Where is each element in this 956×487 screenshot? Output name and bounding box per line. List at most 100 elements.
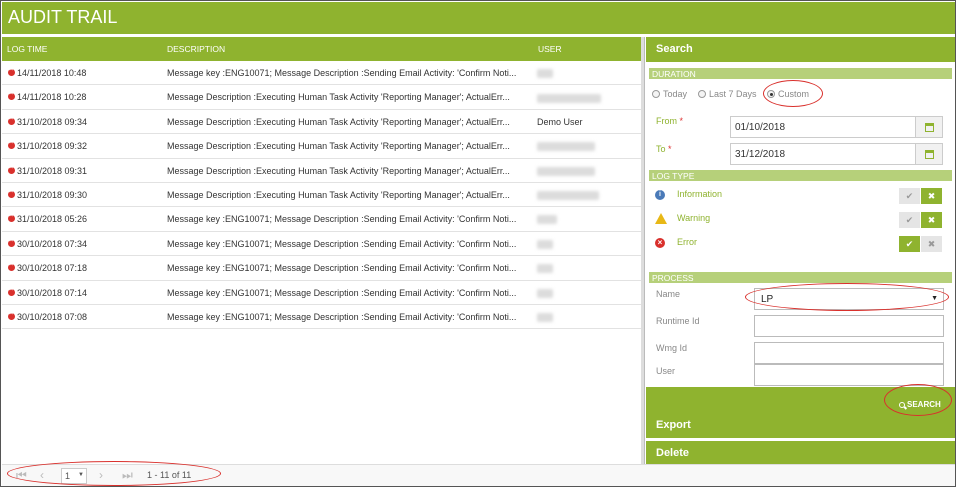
info-icon: i: [655, 190, 665, 200]
warning-include-toggle[interactable]: ✔: [899, 212, 920, 228]
pager-summary: 1 - 11 of 11: [147, 470, 192, 480]
error-icon: [8, 310, 15, 320]
row-description: Message key :ENG10071; Message Descripti…: [167, 238, 517, 249]
error-icon: [8, 164, 15, 174]
row-log-time: 30/10/2018 07:08: [17, 311, 88, 322]
error-icon: [8, 66, 15, 76]
table-row[interactable]: 31/10/2018 09:31 Message Description :Exe…: [2, 159, 641, 183]
radio-custom[interactable]: Custom: [767, 89, 809, 99]
row-description: Message key :ENG10071; Message Descripti…: [167, 68, 517, 78]
table-row[interactable]: 30/10/2018 07:08 Message key :ENG10071; M…: [2, 305, 641, 330]
row-log-time: 31/10/2018 05:26: [17, 214, 88, 225]
row-user: [537, 68, 553, 79]
row-user: [537, 263, 553, 274]
chevron-down-icon: ▼: [78, 472, 84, 478]
wmg-id-input[interactable]: [754, 342, 944, 364]
last-page-icon[interactable]: ⏭: [122, 468, 133, 483]
table-row[interactable]: 31/10/2018 05:26 Message key :ENG10071; M…: [2, 207, 641, 232]
user-input[interactable]: [754, 364, 944, 386]
audit-trail-window: AUDIT TRAIL LOG TIME DESCRIPTION USER 14…: [0, 0, 956, 487]
radio-last-7-days[interactable]: Last 7 Days: [698, 89, 757, 99]
table-row[interactable]: 14/11/2018 10:28 Message Description :Exe…: [2, 85, 641, 110]
to-date-input[interactable]: 31/12/2018: [730, 143, 916, 165]
to-calendar-button[interactable]: [915, 143, 943, 165]
row-log-time: 30/10/2018 07:14: [17, 287, 88, 298]
row-user: [537, 239, 553, 249]
search-button[interactable]: SEARCH: [894, 395, 944, 415]
first-page-icon[interactable]: ⏮: [16, 468, 27, 483]
row-log-time: 31/10/2018 09:34: [17, 116, 88, 127]
search-button-label: SEARCH: [907, 400, 941, 409]
page-title: AUDIT TRAIL: [2, 2, 955, 34]
column-header-user[interactable]: USER: [538, 44, 562, 54]
row-user: [537, 141, 595, 152]
row-log-time: 31/10/2018 09:31: [17, 165, 88, 176]
search-panel: Search DURATION Today Last 7 Days Custom…: [646, 37, 955, 466]
row-description: Message key :ENG10071; Message Descripti…: [167, 287, 517, 298]
audit-grid-body: 14/11/2018 10:48 Message key :ENG10071; M…: [2, 61, 641, 330]
error-icon: [8, 212, 15, 223]
radio-custom-circle: [767, 90, 775, 98]
from-date-input[interactable]: 01/10/2018: [730, 116, 916, 138]
column-header-description[interactable]: DESCRIPTION: [167, 44, 225, 54]
table-row[interactable]: 31/10/2018 09:32 Message Description :Exe…: [2, 134, 641, 159]
panel-splitter[interactable]: [641, 37, 645, 465]
table-row[interactable]: 30/10/2018 07:14 Message key :ENG10071; M…: [2, 281, 641, 305]
error-icon: [8, 139, 15, 150]
log-type-warning-label: Warning: [677, 213, 711, 223]
error-icon: [8, 286, 15, 296]
page-select[interactable]: 1 ▼: [61, 468, 87, 484]
delete-panel-header[interactable]: Delete: [646, 441, 955, 466]
from-calendar-button[interactable]: [915, 116, 943, 138]
row-description: Message Description :Executing Human Tas…: [167, 141, 510, 152]
row-log-time: 31/10/2018 09:32: [17, 141, 88, 152]
row-log-time: 30/10/2018 07:18: [17, 263, 88, 274]
export-panel-header[interactable]: Export: [646, 413, 955, 438]
radio-custom-label: Custom: [778, 89, 810, 99]
user-label: User: [656, 366, 676, 376]
table-row[interactable]: 31/10/2018 09:34 Message Description :Exe…: [2, 110, 641, 135]
error-include-toggle[interactable]: ✔: [899, 236, 920, 252]
error-icon: ×: [655, 238, 665, 248]
calendar-icon: [925, 150, 934, 159]
column-header-log-time[interactable]: LOG TIME: [7, 44, 47, 54]
search-panel-header[interactable]: Search: [646, 37, 955, 62]
page-select-value: 1: [65, 471, 71, 481]
error-icon: [8, 188, 15, 198]
table-row[interactable]: 30/10/2018 07:34 Message key :ENG10071; M…: [2, 232, 641, 257]
table-row[interactable]: 31/10/2018 09:30 Message Description :Exe…: [2, 183, 641, 208]
process-name-select[interactable]: LP ▼: [754, 288, 944, 310]
row-description: Message key :ENG10071; Message Descripti…: [167, 311, 517, 322]
table-row[interactable]: 14/11/2018 10:48 Message key :ENG10071; M…: [2, 61, 641, 86]
error-icon: [8, 115, 15, 125]
chevron-down-icon: ▼: [931, 295, 938, 302]
row-description: Message key :ENG10071; Message Descripti…: [167, 263, 517, 274]
information-include-toggle[interactable]: ✔: [899, 188, 920, 204]
runtime-id-input[interactable]: [754, 315, 944, 337]
log-type-information: i Information ✔ ✖: [655, 188, 950, 206]
radio-last-7-days-label: Last 7 Days: [709, 89, 757, 99]
log-type-warning: Warning ✔ ✖: [655, 212, 950, 230]
warning-exclude-toggle[interactable]: ✖: [921, 212, 942, 228]
row-description: Message Description :Executing Human Tas…: [167, 92, 510, 103]
runtime-id-label: Runtime Id: [656, 316, 700, 326]
error-exclude-toggle[interactable]: ✖: [921, 236, 942, 252]
information-exclude-toggle[interactable]: ✖: [921, 188, 942, 204]
previous-page-icon[interactable]: ‹: [40, 468, 44, 482]
log-type-error: × Error ✔ ✖: [655, 236, 950, 254]
radio-today[interactable]: Today: [652, 89, 687, 99]
radio-today-circle: [652, 90, 660, 98]
row-user: Demo User: [537, 116, 583, 127]
next-page-icon[interactable]: ›: [99, 468, 103, 482]
row-log-time: 14/11/2018 10:28: [17, 92, 87, 103]
row-description: Message Description :Executing Human Tas…: [167, 165, 510, 176]
row-log-time: 31/10/2018 09:30: [17, 189, 88, 200]
log-type-error-label: Error: [677, 237, 697, 247]
row-user: [537, 312, 553, 323]
row-description: Message Description :Executing Human Tas…: [167, 189, 510, 200]
table-row[interactable]: 30/10/2018 07:18 Message key :ENG10071; M…: [2, 256, 641, 281]
row-user: [537, 214, 557, 225]
warning-icon: [655, 213, 667, 224]
row-user: [537, 166, 595, 176]
process-name-label: Name: [656, 289, 681, 299]
